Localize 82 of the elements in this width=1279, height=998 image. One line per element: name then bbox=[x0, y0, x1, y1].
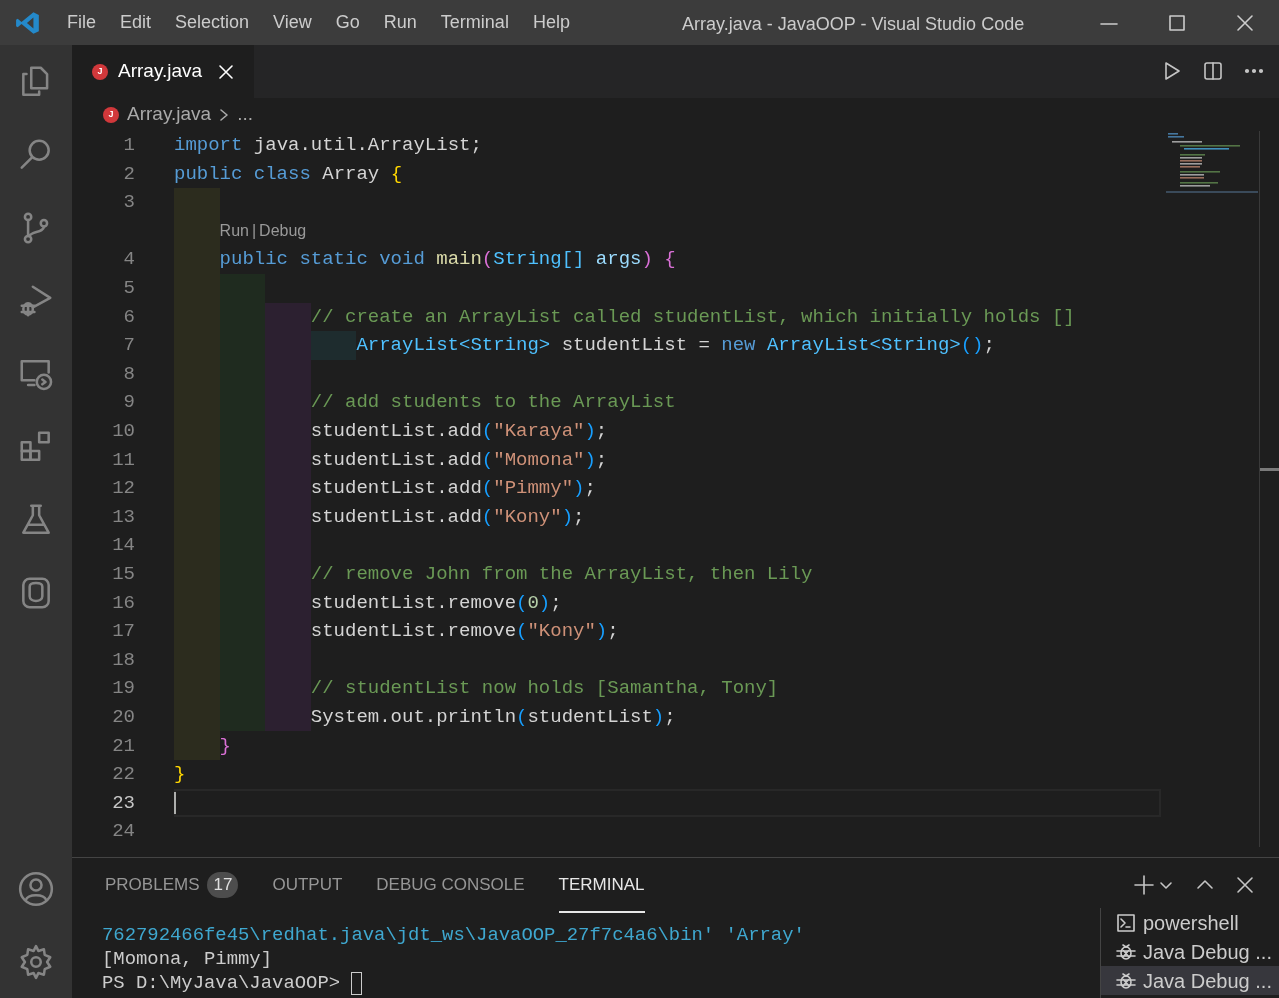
line-number: 14 bbox=[111, 533, 135, 559]
count-badge: 17 bbox=[207, 871, 239, 898]
code-line: studentList.add("Kony"); bbox=[310, 504, 585, 530]
menu-item[interactable]: Selection bbox=[163, 9, 262, 36]
menu-item[interactable]: File bbox=[55, 9, 108, 36]
close-icon[interactable] bbox=[1235, 875, 1255, 895]
code-line: studentList.add("Karaya"); bbox=[310, 419, 608, 444]
line-number: 10 bbox=[111, 419, 135, 444]
menu-item[interactable]: Terminal bbox=[428, 9, 521, 36]
overview-ruler-mark bbox=[1260, 468, 1279, 471]
panel-tab[interactable]: DEBUG CONSOLE bbox=[376, 858, 525, 913]
terminal-session[interactable]: Java Debug ... bbox=[1101, 966, 1279, 995]
line-number: 24 bbox=[111, 819, 135, 845]
line-number: 3 bbox=[122, 190, 135, 216]
window-title: Array.java - JavaOOP - Visual Studio Code bbox=[682, 13, 1025, 36]
line-number: 6 bbox=[122, 304, 135, 330]
breadcrumb-item[interactable]: Array.java bbox=[127, 100, 212, 129]
line-number: 1 bbox=[122, 133, 135, 159]
menu-item[interactable]: Run bbox=[371, 9, 429, 36]
terminal-session[interactable]: powershell bbox=[1101, 908, 1279, 937]
code-line: studentList.remove(0); bbox=[310, 590, 562, 616]
line-number: 19 bbox=[111, 676, 135, 702]
codelens-link[interactable]: Debug bbox=[259, 219, 307, 244]
codelens-link[interactable]: Run bbox=[219, 219, 249, 244]
plus-icon[interactable] bbox=[1133, 874, 1155, 896]
line-number: 12 bbox=[111, 476, 135, 502]
code-line: import java.util.ArrayList; bbox=[174, 133, 482, 159]
close-icon[interactable] bbox=[218, 63, 235, 80]
panel-tab[interactable]: OUTPUT bbox=[272, 858, 343, 913]
terminal-session[interactable]: Java Debug ... bbox=[1101, 937, 1279, 966]
menu-item[interactable]: View bbox=[261, 9, 324, 36]
line-number: 21 bbox=[111, 733, 135, 759]
line-number: 15 bbox=[111, 561, 135, 587]
code-line: // create an ArrayList called studentList, which initially holds [] bbox=[310, 304, 1075, 330]
code-line: // remove John from the ArrayList, then Lily bbox=[310, 561, 813, 587]
line-number: 2 bbox=[122, 161, 135, 187]
line-number: 17 bbox=[111, 619, 135, 645]
line-number: 4 bbox=[122, 247, 135, 273]
account-icon[interactable] bbox=[17, 869, 55, 908]
code-line: public class Array { bbox=[174, 161, 403, 187]
terminal-cursor bbox=[351, 971, 363, 995]
line-number: 23 bbox=[111, 790, 135, 816]
line-number: 20 bbox=[111, 704, 135, 730]
code-line: } bbox=[219, 733, 231, 759]
line-number: 5 bbox=[122, 276, 135, 301]
line-number: 18 bbox=[111, 647, 135, 673]
text-cursor bbox=[174, 791, 176, 815]
code-line: studentList.add("Pimmy"); bbox=[310, 476, 596, 502]
menu-item[interactable]: Go bbox=[323, 9, 372, 36]
panel-tab[interactable]: PROBLEMS 17 bbox=[105, 858, 239, 913]
editor-tab[interactable]: J Array.java bbox=[72, 45, 255, 98]
terminal-line: [Momona, Pimmy] bbox=[102, 947, 273, 971]
line-number: 9 bbox=[122, 390, 135, 416]
line-number: 16 bbox=[111, 590, 135, 616]
line-number: 8 bbox=[122, 361, 135, 387]
panel-tab[interactable]: TERMINAL bbox=[558, 858, 645, 913]
minimap[interactable] bbox=[1166, 131, 1258, 193]
line-number: 11 bbox=[111, 447, 135, 473]
code-line: public static void main(String[] args) { bbox=[219, 247, 676, 273]
terminal-line: 762792466fe45\redhat.java\jdt_ws\JavaOOP_27f7c4a6\bin' 'Array' bbox=[102, 923, 805, 947]
code-line: studentList.add("Momona"); bbox=[310, 447, 608, 473]
line-number: 13 bbox=[111, 504, 135, 530]
code-line: } bbox=[174, 762, 186, 788]
app-logo-icon[interactable] bbox=[14, 9, 41, 36]
breadcrumb-item[interactable]: ... bbox=[237, 100, 253, 129]
line-number: 22 bbox=[111, 762, 135, 788]
java-file-icon: J bbox=[92, 63, 108, 80]
code-line: studentList.remove("Kony"); bbox=[310, 619, 619, 645]
chevron-right-icon bbox=[219, 107, 230, 122]
terminal-icon bbox=[1115, 911, 1137, 934]
code-line: ArrayList<String> studentList = new ArrayList<String>(); bbox=[356, 333, 995, 359]
tab-label: Array.java bbox=[118, 59, 203, 84]
menu-item[interactable]: Help bbox=[520, 9, 582, 36]
code-line: // studentList now holds [Samantha, Tony] bbox=[310, 676, 779, 702]
code-line: System.out.println(studentList); bbox=[310, 704, 676, 730]
menu-item[interactable]: Edit bbox=[108, 9, 164, 36]
line-number: 7 bbox=[122, 333, 135, 359]
java-file-icon: J bbox=[103, 106, 119, 123]
codelens-separator: | bbox=[251, 221, 257, 242]
split-editor-icon[interactable] bbox=[1202, 60, 1224, 82]
code-line: // add students to the ArrayList bbox=[310, 390, 676, 416]
terminal-line: PS D:\MyJava\JavaOOP> bbox=[102, 971, 341, 995]
